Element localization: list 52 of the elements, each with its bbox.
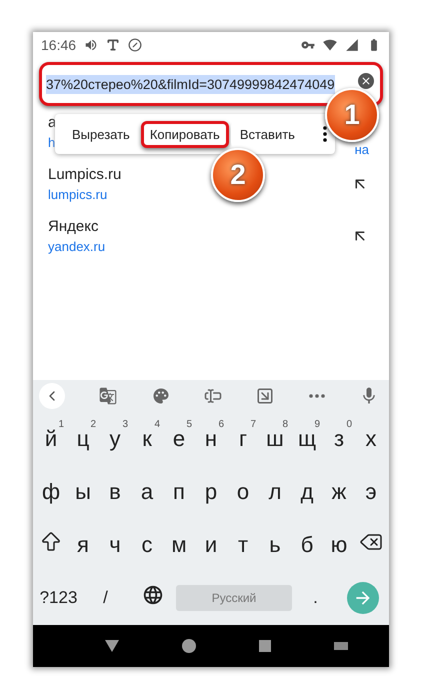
key[interactable]: ы (67, 470, 99, 514)
text-icon (106, 38, 120, 52)
key[interactable]: л (259, 470, 291, 514)
key[interactable]: р (195, 470, 227, 514)
step-marker: 2 (211, 148, 265, 202)
key[interactable]: п (163, 470, 195, 514)
text-cursor-icon (204, 387, 222, 405)
recents-square-icon[interactable] (258, 640, 270, 652)
circle-slash-icon (128, 38, 142, 52)
translate-icon (99, 387, 118, 405)
back-triangle-icon[interactable] (104, 640, 118, 652)
suggestion-url[interactable]: yandex.ru (48, 239, 106, 254)
key[interactable]: ь (259, 522, 291, 566)
more-vertical-icon[interactable] (323, 126, 327, 142)
key[interactable]: а (131, 470, 163, 514)
palette-icon (152, 387, 170, 405)
key[interactable]: м (163, 522, 195, 566)
suggestion-url[interactable]: lumpics.ru (48, 187, 108, 202)
key[interactable]: д (291, 470, 323, 514)
slash-key[interactable]: / (82, 576, 129, 620)
key[interactable]: и (195, 522, 227, 566)
clock: 16:46 (41, 37, 76, 53)
key[interactable]: с (131, 522, 163, 566)
symbols-key[interactable]: ?123 (35, 576, 82, 620)
url-text: 37%20стерео%20&filmId=30749999842474049 (46, 74, 335, 94)
clear-icon[interactable] (358, 73, 374, 89)
suggestion-title[interactable]: Яндекс (48, 218, 98, 235)
period-key[interactable]: . (292, 576, 339, 620)
signal-icon (345, 38, 359, 52)
address-field[interactable]: 37%20стерео%20&filmId=30749999842474049 (39, 62, 383, 106)
wifi-icon (323, 38, 337, 52)
more-icon[interactable] (308, 394, 325, 398)
key[interactable]: ч (99, 522, 131, 566)
home-circle-icon[interactable] (182, 639, 196, 653)
key[interactable]: т (227, 522, 259, 566)
speaker-icon (84, 38, 98, 52)
key[interactable]: ф (35, 470, 67, 514)
suggestion-url: h (48, 135, 56, 150)
key[interactable]: в (99, 470, 131, 514)
key[interactable]: ж (323, 470, 355, 514)
key[interactable]: о (227, 470, 259, 514)
key[interactable]: я (67, 522, 99, 566)
shift-arrow-icon (39, 530, 63, 554)
globe-icon (142, 584, 164, 606)
key[interactable]: х (355, 416, 387, 460)
key[interactable]: ю (323, 522, 355, 566)
key[interactable]: б (291, 522, 323, 566)
suggestion-title[interactable]: Lumpics.ru (48, 166, 122, 183)
menu-item[interactable]: Копировать (140, 120, 229, 148)
keyboard-icon[interactable] (334, 642, 348, 650)
key[interactable]: э (355, 470, 387, 514)
suggestion-url: на (354, 142, 369, 157)
